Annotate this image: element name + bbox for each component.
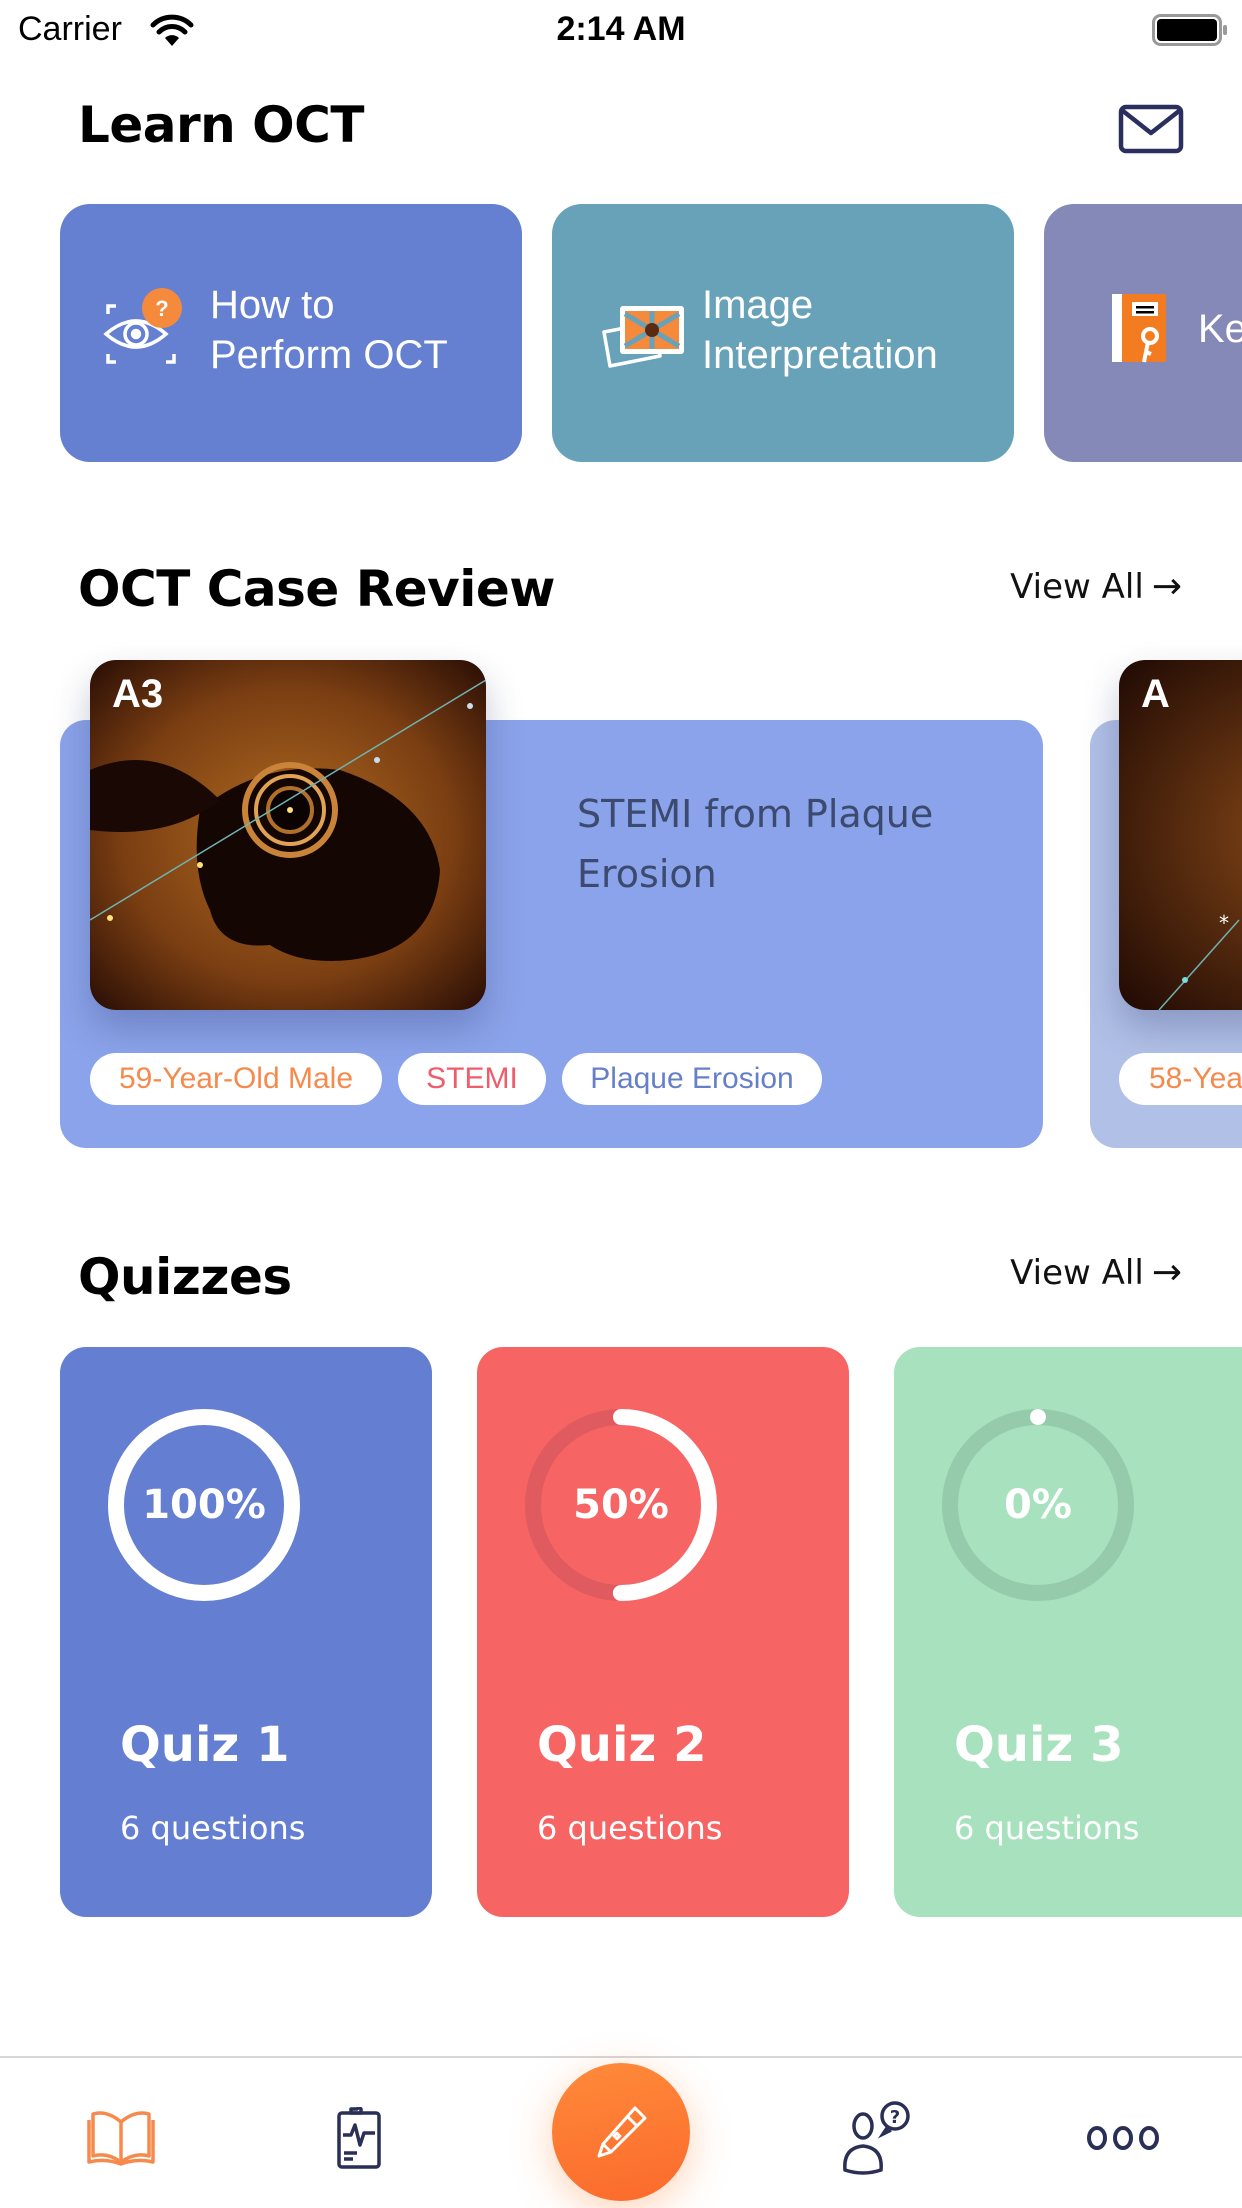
- quiz-question-count: 6 questions: [537, 1809, 723, 1847]
- learn-card-label: How to Perform OCT: [210, 280, 448, 380]
- case-image-label: A: [1141, 672, 1170, 716]
- open-book-icon: [87, 2111, 155, 2166]
- quiz-percent: 100%: [142, 1482, 266, 1528]
- learn-card-label: Image Interpretation: [702, 280, 938, 380]
- learn-card-image-interpretation[interactable]: Image Interpretation: [552, 204, 1014, 462]
- image-photos-icon: [602, 306, 684, 368]
- svg-text:?: ?: [155, 296, 168, 321]
- arrow-right-icon: →: [1151, 1252, 1182, 1293]
- view-all-label: View All: [1010, 566, 1144, 607]
- svg-text:*: *: [1219, 911, 1229, 935]
- quiz-question-count: 6 questions: [954, 1809, 1140, 1847]
- person-question-icon: ?: [843, 2101, 910, 2175]
- learn-card-label-line1: Ke: [1198, 307, 1242, 351]
- status-bar: Carrier 2:14 AM: [0, 0, 1242, 62]
- clock: 2:14 AM: [556, 10, 686, 48]
- case-image[interactable]: * A: [1119, 660, 1242, 1010]
- learn-card-label-line1: How to: [210, 283, 335, 327]
- tab-ask-expert[interactable]: ?: [834, 2098, 924, 2178]
- battery-icon: [1152, 14, 1227, 46]
- quiz-name: Quiz 2: [537, 1717, 707, 1773]
- view-all-label: View All: [1010, 1252, 1144, 1293]
- oct-scan-image: *: [1119, 660, 1242, 1010]
- quiz-percent: 50%: [573, 1482, 669, 1528]
- eye-scan-question-icon: ?: [103, 288, 182, 364]
- page-title: Learn OCT: [78, 96, 364, 154]
- quiz-card[interactable]: 0% Quiz 3 6 questions: [894, 1347, 1242, 1917]
- quiz-percent: 0%: [1004, 1482, 1072, 1528]
- learn-card-key[interactable]: Ke: [1044, 204, 1242, 462]
- learn-card-perform-oct[interactable]: ? How to Perform OCT: [60, 204, 522, 462]
- tab-quiz-fab[interactable]: [552, 2063, 690, 2201]
- quiz-question-count: 6 questions: [120, 1809, 306, 1847]
- svg-text:?: ?: [890, 2107, 900, 2128]
- case-review-title: OCT Case Review: [78, 560, 555, 618]
- clipboard-ecg-icon: [337, 2107, 381, 2169]
- mail-button[interactable]: [1118, 104, 1184, 154]
- case-tag[interactable]: Plaque Erosion: [562, 1053, 822, 1105]
- quiz-card[interactable]: 50% Quiz 2 6 questions: [477, 1347, 849, 1917]
- case-image[interactable]: A3: [90, 660, 486, 1010]
- case-tag[interactable]: STEMI: [398, 1053, 546, 1105]
- pencil-icon: [597, 2106, 647, 2158]
- more-dots-icon: [1087, 2126, 1159, 2150]
- learn-card-label-line2: Perform OCT: [210, 333, 448, 377]
- quiz-name: Quiz 1: [120, 1717, 290, 1773]
- learn-card-label: Ke: [1198, 304, 1242, 354]
- quiz-card[interactable]: 100% Quiz 1 6 questions: [60, 1347, 432, 1917]
- arrow-right-icon: →: [1151, 566, 1182, 607]
- tab-more[interactable]: [1078, 2098, 1168, 2178]
- quizzes-view-all[interactable]: View All →: [1010, 1252, 1182, 1293]
- case-tag[interactable]: 58-Yea: [1119, 1053, 1242, 1105]
- case-tag[interactable]: 59-Year-Old Male: [90, 1053, 382, 1105]
- quiz-name: Quiz 3: [954, 1717, 1124, 1773]
- case-title: STEMI from Plaque Erosion: [577, 792, 934, 896]
- case-image-label: A3: [112, 672, 164, 716]
- tab-cases[interactable]: [314, 2098, 404, 2178]
- learn-card-label-line2: Interpretation: [702, 333, 938, 377]
- envelope-icon: [1118, 104, 1184, 154]
- tab-learn[interactable]: [76, 2098, 166, 2178]
- learn-card-label-line1: Image: [702, 283, 814, 327]
- case-review-view-all[interactable]: View All →: [1010, 566, 1182, 607]
- quizzes-title: Quizzes: [78, 1248, 292, 1306]
- notebook-key-icon: [1112, 294, 1166, 363]
